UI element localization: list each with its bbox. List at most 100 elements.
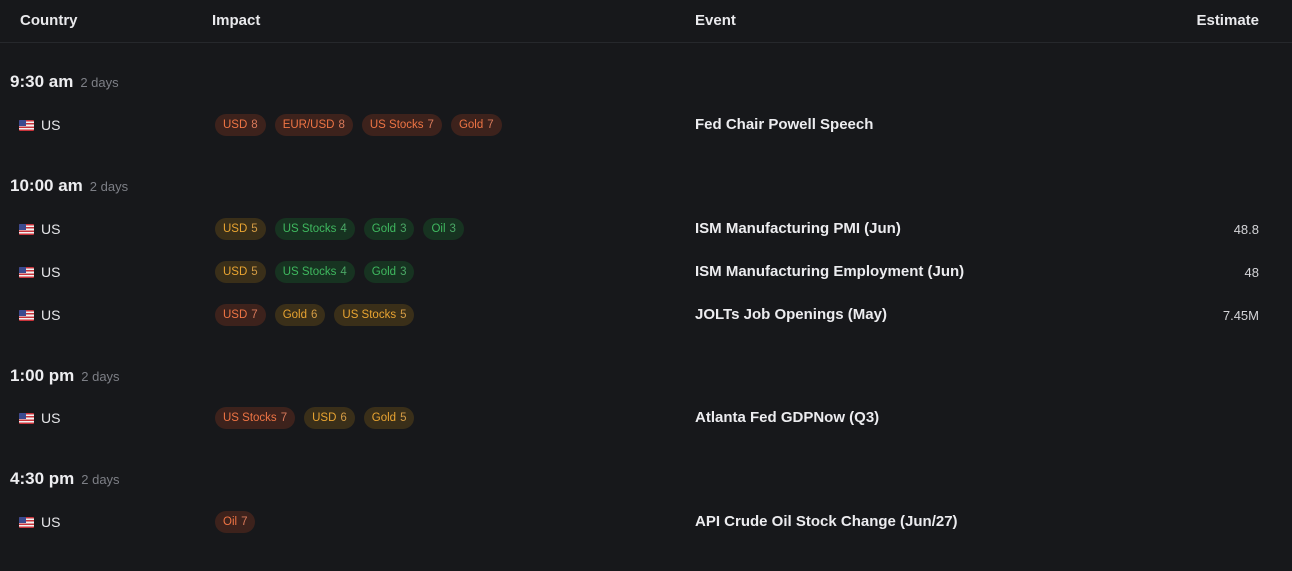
- country-label: US: [41, 514, 61, 530]
- impact-tag-label: US Stocks: [342, 309, 397, 321]
- impact-tag-score: 3: [400, 223, 407, 235]
- column-header-impact[interactable]: Impact: [212, 12, 260, 29]
- impact-tag-label: Gold: [371, 412, 397, 424]
- impact-tag-score: 5: [400, 309, 407, 321]
- country-label: US: [41, 307, 61, 323]
- group-relative-date: 2 days: [81, 472, 120, 487]
- country-label: US: [41, 117, 61, 133]
- impact-tag-label: USD: [223, 309, 248, 321]
- impact-tag[interactable]: US Stocks 7: [361, 114, 442, 136]
- group-time: 4:30 pm: [10, 469, 75, 488]
- country-label: US: [41, 221, 61, 237]
- impact-tag-score: 7: [427, 119, 434, 131]
- country-label: US: [41, 410, 61, 426]
- event-row[interactable]: US USD 5 US Stocks 4 Gold 3 ISM Manufacturi…: [0, 258, 1292, 286]
- impact-tag-score: 5: [251, 223, 258, 235]
- us-flag-icon: [19, 266, 34, 278]
- time-group-header: 1:00 pm 2 days: [10, 366, 120, 390]
- impact-tag-label: Gold: [458, 119, 484, 131]
- group-time: 9:30 am: [10, 72, 74, 91]
- economic-calendar: Country Impact Event Estimate 9:30 am 2 …: [0, 0, 1292, 571]
- impact-tag-score: 7: [280, 412, 288, 424]
- impact-tag-score: 5: [400, 412, 407, 424]
- impact-tag-label: Oil: [223, 516, 238, 528]
- time-group-header: 10:00 am 2 days: [10, 176, 128, 200]
- impact-tag[interactable]: USD 6: [304, 407, 355, 429]
- event-title[interactable]: API Crude Oil Stock Change (Jun/27): [695, 513, 958, 530]
- country-cell: US: [19, 410, 60, 426]
- impact-tag[interactable]: USD 5: [215, 218, 266, 240]
- group-relative-date: 2 days: [89, 179, 129, 194]
- group-time: 1:00 pm: [10, 366, 75, 385]
- event-title[interactable]: Fed Chair Powell Speech: [695, 116, 873, 133]
- impact-tag-label: USD: [312, 412, 337, 424]
- impact-tags: Oil 7: [215, 511, 256, 533]
- impact-tag[interactable]: Gold 6: [274, 304, 326, 326]
- country-label: US: [41, 264, 61, 280]
- impact-tag[interactable]: Gold 7: [450, 114, 502, 136]
- group-time: 10:00 am: [10, 176, 83, 195]
- impact-tag-score: 3: [449, 223, 456, 235]
- impact-tag[interactable]: US Stocks 4: [274, 218, 355, 240]
- impact-tag[interactable]: US Stocks 5: [334, 304, 415, 326]
- impact-tag-label: USD: [223, 223, 248, 235]
- impact-tag-score: 7: [487, 119, 494, 131]
- estimate-value: 48: [1244, 265, 1259, 280]
- us-flag-icon: [19, 516, 34, 528]
- table-header: Country Impact Event Estimate: [0, 0, 1292, 43]
- impact-tag-label: US Stocks: [282, 266, 337, 278]
- impact-tag[interactable]: Oil 7: [215, 511, 256, 533]
- event-row[interactable]: US Oil 7 API Crude Oil Stock Change (Jun/…: [0, 508, 1292, 536]
- impact-tags: USD 7 Gold 6 US Stocks 5: [215, 304, 415, 326]
- column-header-estimate[interactable]: Estimate: [1196, 12, 1259, 29]
- event-row[interactable]: US USD 8 EUR/USD 8 US Stocks 7 Gold 7 Fed Ch…: [0, 111, 1292, 139]
- impact-tag-score: 7: [241, 516, 248, 528]
- impact-tag-label: USD: [223, 119, 248, 131]
- impact-tags: USD 5 US Stocks 4 Gold 3 Oil 3: [215, 218, 464, 240]
- impact-tag[interactable]: Oil 3: [423, 218, 464, 240]
- impact-tag[interactable]: USD 8: [215, 114, 266, 136]
- impact-tag-score: 3: [400, 266, 407, 278]
- impact-tag[interactable]: US Stocks 4: [274, 261, 355, 283]
- impact-tag-score: 8: [338, 119, 345, 131]
- impact-tag[interactable]: Gold 3: [363, 218, 415, 240]
- impact-tag[interactable]: US Stocks 7: [215, 407, 296, 429]
- us-flag-icon: [19, 119, 34, 131]
- us-flag-icon: [19, 412, 34, 424]
- impact-tag-label: USD: [223, 266, 248, 278]
- column-header-country[interactable]: Country: [20, 12, 78, 29]
- event-row[interactable]: US US Stocks 7 USD 6 Gold 5 Atlanta Fed GDP…: [0, 404, 1292, 432]
- country-cell: US: [19, 264, 60, 280]
- impact-tag-label: Oil: [431, 223, 446, 235]
- impact-tag[interactable]: EUR/USD 8: [274, 114, 353, 136]
- impact-tag-label: Gold: [371, 266, 397, 278]
- event-title[interactable]: Atlanta Fed GDPNow (Q3): [695, 409, 879, 426]
- country-cell: US: [19, 221, 60, 237]
- country-cell: US: [19, 514, 60, 530]
- impact-tag-label: US Stocks: [282, 223, 337, 235]
- impact-tags: US Stocks 7 USD 6 Gold 5: [215, 407, 415, 429]
- group-relative-date: 2 days: [81, 369, 120, 384]
- group-relative-date: 2 days: [80, 75, 119, 90]
- event-title[interactable]: ISM Manufacturing Employment (Jun): [695, 263, 964, 280]
- impact-tag-score: 6: [310, 309, 318, 321]
- estimate-value: 7.45M: [1222, 308, 1259, 323]
- impact-tag-label: EUR/USD: [282, 119, 335, 131]
- impact-tag-label: Gold: [371, 223, 397, 235]
- impact-tag-score: 8: [251, 119, 258, 131]
- event-row[interactable]: US USD 5 US Stocks 4 Gold 3 Oil 3 ISM Manufa…: [0, 215, 1292, 243]
- impact-tag-score: 6: [340, 412, 347, 424]
- impact-tag[interactable]: USD 7: [215, 304, 266, 326]
- impact-tag-score: 5: [251, 266, 258, 278]
- event-title[interactable]: ISM Manufacturing PMI (Jun): [695, 220, 901, 237]
- impact-tag[interactable]: Gold 5: [363, 407, 415, 429]
- us-flag-icon: [19, 309, 34, 321]
- column-header-event[interactable]: Event: [695, 12, 736, 29]
- impact-tag[interactable]: Gold 3: [363, 261, 415, 283]
- event-row[interactable]: US USD 7 Gold 6 US Stocks 5 JOLTs Job Openi…: [0, 301, 1292, 329]
- impact-tags: USD 8 EUR/USD 8 US Stocks 7 Gold 7: [215, 114, 502, 136]
- impact-tag[interactable]: USD 5: [215, 261, 266, 283]
- us-flag-icon: [19, 223, 34, 235]
- event-title[interactable]: JOLTs Job Openings (May): [695, 306, 887, 323]
- impact-tag-score: 4: [340, 266, 347, 278]
